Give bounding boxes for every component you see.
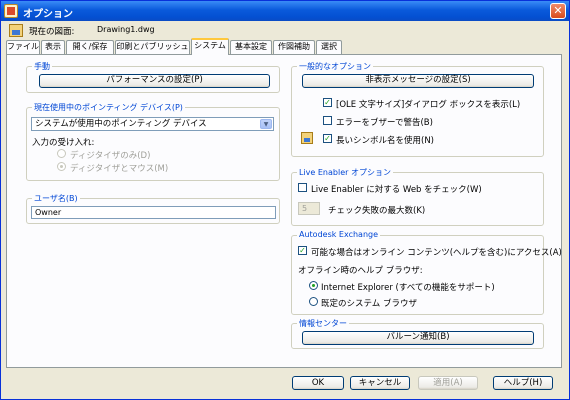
balloon-notification-button[interactable]: バルーン通知(B) [302, 331, 534, 345]
system-tab-panel: 手動 パフォーマンスの設定(P) 現在使用中のポインティング デバイス(P) シ… [6, 54, 562, 368]
tab-open-save[interactable]: 開く/保存 [66, 40, 114, 54]
symbol-name-icon [301, 132, 313, 144]
hidden-messages-button[interactable]: 非表示メッセージの設定(S) [302, 74, 534, 88]
tab-plot-publish[interactable]: 印刷とパブリッシュ [115, 40, 190, 54]
max-failures-label: チェック失敗の最大数(K) [328, 206, 426, 216]
tab-system[interactable]: システム [191, 38, 229, 55]
performance-group: 手動 パフォーマンスの設定(P) [26, 61, 280, 93]
window-title: オプション [23, 9, 73, 20]
autodesk-exchange-group: Autodesk Exchange ✓ 可能な場合はオンライン コンテンツ(ヘル… [291, 230, 562, 315]
ok-button[interactable]: OK [292, 376, 344, 390]
live-enabler-group-label: Live Enabler オプション [297, 167, 393, 178]
ole-dialog-label: [OLE 文字サイズ]ダイアログ ボックスを表示(L) [336, 100, 521, 110]
title-bar: オプション ✕ [1, 1, 569, 21]
default-browser-label: 既定のシステム ブラウザ [321, 299, 417, 309]
user-name-input[interactable]: Owner [31, 206, 276, 219]
live-enabler-group: Live Enabler オプション Live Enabler に対する Web… [291, 167, 544, 226]
cancel-button[interactable]: キャンセル [350, 376, 410, 390]
digitizer-only-radio [57, 149, 66, 158]
options-dialog: オプション ✕ 現在の図面: Drawing1.dwg ファイル 表示 開く/保… [0, 0, 570, 400]
close-icon[interactable]: ✕ [550, 3, 566, 19]
internet-explorer-radio[interactable] [309, 281, 318, 290]
user-name-group: ユーザ名(B) Owner [26, 193, 280, 224]
pointing-device-selected: システムが使用中のポインティング デバイス [35, 119, 207, 129]
tab-user-preferences[interactable]: 基本設定 [230, 40, 272, 54]
help-button[interactable]: ヘルプ(H) [493, 376, 553, 390]
accept-input-label: 入力の受け入れ: [32, 138, 95, 148]
chevron-down-icon[interactable]: ▼ [260, 119, 272, 129]
ole-dialog-checkbox[interactable]: ✓ [323, 98, 332, 107]
offline-browser-label: オフライン時のヘルプ ブラウザ: [298, 266, 423, 276]
digitizer-only-label: ディジタイザのみ(D) [70, 151, 151, 161]
drawing-file-icon [9, 24, 23, 37]
performance-group-label: 手動 [32, 61, 52, 72]
pointing-device-group-label: 現在使用中のポインティング デバイス(P) [32, 102, 185, 113]
tab-selection[interactable]: 選択 [316, 40, 342, 54]
tab-drafting[interactable]: 作図補助 [273, 40, 315, 54]
online-content-checkbox[interactable]: ✓ [298, 246, 307, 255]
current-drawing-name: Drawing1.dwg [97, 25, 155, 34]
options-app-icon [4, 4, 18, 18]
max-failures-input[interactable]: 5 [298, 202, 320, 215]
live-enabler-web-checkbox[interactable] [298, 183, 307, 192]
pointing-device-select[interactable]: システムが使用中のポインティング デバイス ▼ [31, 117, 274, 131]
tab-files[interactable]: ファイル [6, 40, 40, 54]
long-symbol-names-label: 長いシンボル名を使用(N) [336, 136, 434, 146]
info-center-group: 情報センター バルーン通知(B) [291, 318, 544, 349]
beep-error-checkbox[interactable] [323, 116, 332, 125]
autodesk-exchange-group-label: Autodesk Exchange [297, 230, 381, 239]
digitizer-mouse-radio [57, 162, 66, 171]
general-options-group-label: 一般的なオプション [297, 61, 373, 72]
default-browser-radio[interactable] [309, 297, 318, 306]
internet-explorer-label: Internet Explorer (すべての機能をサポート) [321, 283, 495, 293]
info-center-group-label: 情報センター [297, 318, 349, 329]
pointing-device-group: 現在使用中のポインティング デバイス(P) システムが使用中のポインティング デ… [26, 102, 280, 181]
user-name-group-label: ユーザ名(B) [32, 193, 80, 204]
performance-settings-button[interactable]: パフォーマンスの設定(P) [39, 74, 270, 88]
long-symbol-names-checkbox[interactable]: ✓ [323, 134, 332, 143]
current-drawing-label: 現在の図面: [29, 27, 75, 37]
digitizer-mouse-label: ディジタイザとマウス(M) [70, 164, 169, 174]
live-enabler-web-label: Live Enabler に対する Web をチェック(W) [311, 185, 482, 195]
general-options-group: 一般的なオプション 非表示メッセージの設定(S) ✓ [OLE 文字サイズ]ダイ… [291, 61, 544, 157]
apply-button: 適用(A) [418, 376, 478, 390]
online-content-label: 可能な場合はオンライン コンテンツ(ヘルプを含む)にアクセス(A) [311, 248, 562, 258]
beep-error-label: エラーをブザーで警告(B) [336, 118, 433, 128]
tab-display[interactable]: 表示 [41, 40, 65, 54]
